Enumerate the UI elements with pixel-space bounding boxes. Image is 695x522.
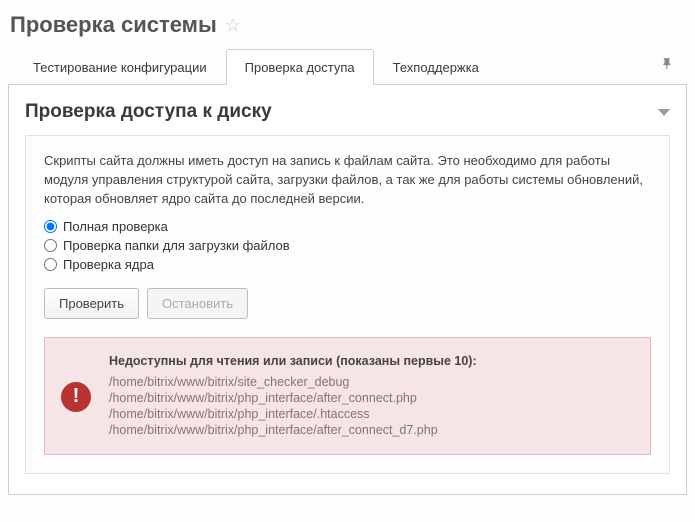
tabstrip: Тестирование конфигурации Проверка досту… [8, 48, 687, 85]
error-path: /home/bitrix/www/bitrix/php_interface/af… [109, 422, 632, 438]
option-full-check[interactable]: Полная проверка [44, 217, 651, 236]
error-icon: ! [61, 382, 91, 412]
chevron-down-icon[interactable] [658, 109, 670, 116]
radio-label[interactable]: Полная проверка [63, 219, 168, 234]
section-header: Проверка доступа к диску [25, 99, 670, 135]
error-path: /home/bitrix/www/bitrix/php_interface/.h… [109, 406, 632, 422]
tab-support[interactable]: Техподдержка [374, 49, 498, 84]
error-content: Недоступны для чтения или записи (показа… [109, 354, 632, 438]
radio-label[interactable]: Проверка ядра [63, 257, 154, 272]
tab-testing-config[interactable]: Тестирование конфигурации [14, 49, 226, 84]
check-button[interactable]: Проверить [44, 288, 139, 319]
option-upload-folder[interactable]: Проверка папки для загрузки файлов [44, 236, 651, 255]
pin-icon[interactable] [661, 57, 681, 75]
radio-label[interactable]: Проверка папки для загрузки файлов [63, 238, 290, 253]
radio-upload-folder[interactable] [44, 239, 57, 252]
favorite-star-icon[interactable]: ☆ [225, 15, 241, 36]
radio-core[interactable] [44, 258, 57, 271]
radio-full-check[interactable] [44, 220, 57, 233]
check-form-box: Скрипты сайта должны иметь доступ на зап… [25, 135, 670, 474]
error-path: /home/bitrix/www/bitrix/php_interface/af… [109, 390, 632, 406]
section-title: Проверка доступа к диску [25, 101, 272, 123]
tab-access-check[interactable]: Проверка доступа [226, 49, 374, 85]
button-row: Проверить Остановить [44, 288, 651, 319]
error-path: /home/bitrix/www/bitrix/site_checker_deb… [109, 374, 632, 390]
description-text: Скрипты сайта должны иметь доступ на зап… [44, 152, 651, 209]
error-box: ! Недоступны для чтения или записи (пока… [44, 337, 651, 455]
main-panel: Проверка доступа к диску Скрипты сайта д… [8, 85, 687, 495]
stop-button[interactable]: Остановить [147, 288, 248, 319]
page-header: Проверка системы ☆ [8, 8, 687, 48]
option-core[interactable]: Проверка ядра [44, 255, 651, 274]
error-title: Недоступны для чтения или записи (показа… [109, 354, 632, 368]
page-title: Проверка системы [10, 12, 217, 38]
